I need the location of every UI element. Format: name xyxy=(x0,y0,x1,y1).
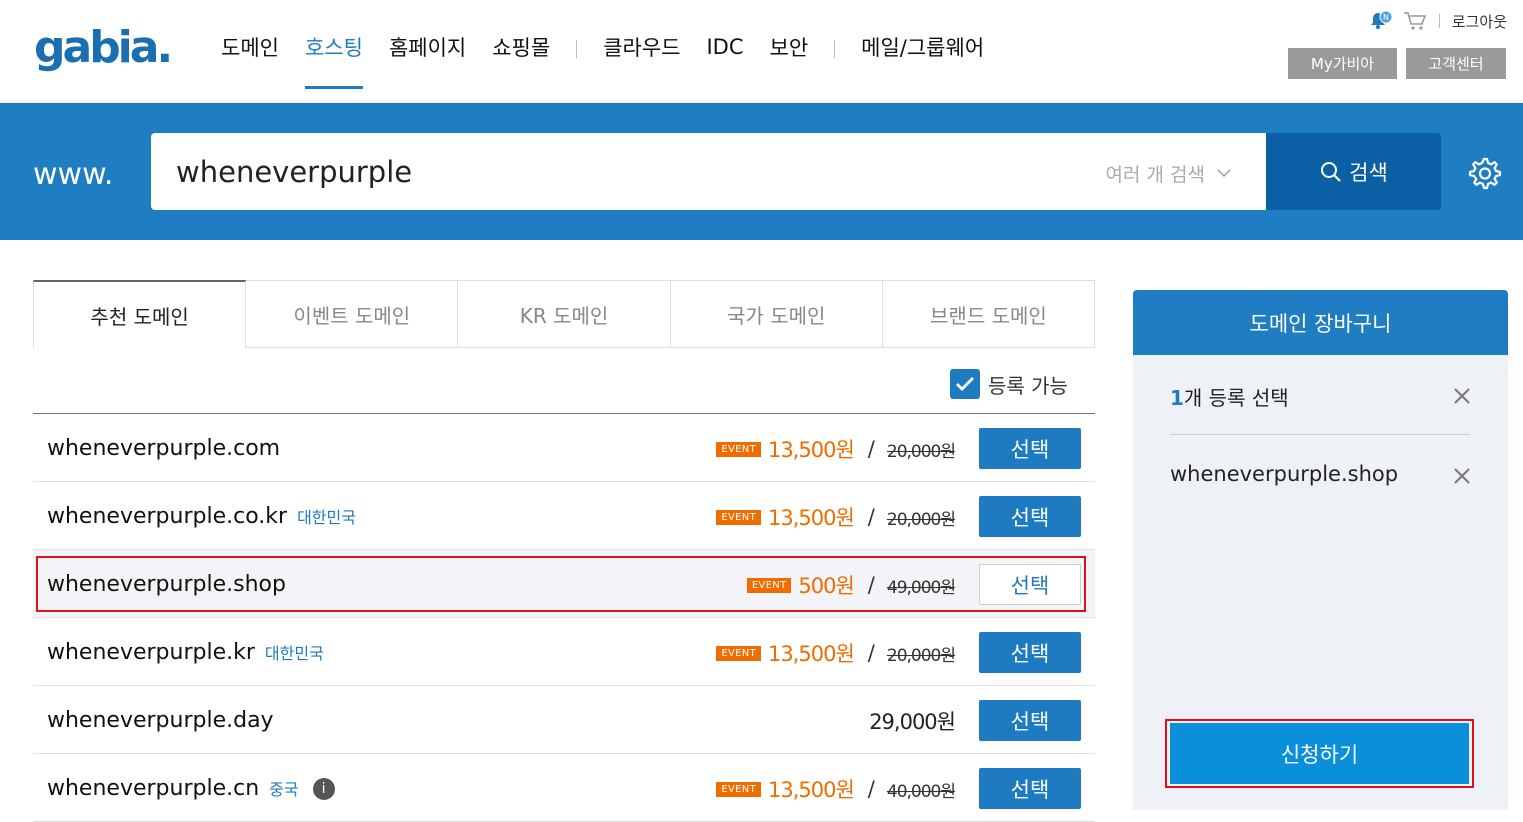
select-button[interactable]: 선택 xyxy=(979,768,1081,809)
available-checkbox[interactable] xyxy=(950,369,980,399)
select-button[interactable]: 선택 xyxy=(979,428,1081,469)
nav-domain[interactable]: 도메인 xyxy=(221,32,279,62)
remove-item-close-icon[interactable] xyxy=(1453,467,1471,485)
original-price: 40,000원 xyxy=(886,781,956,802)
price: EVENT 13,500원 / 20,000원 xyxy=(716,502,956,532)
tab-country[interactable]: 국가 도메인 xyxy=(670,281,883,348)
domain-tabs: 추천 도메인 이벤트 도메인 KR 도메인 국가 도메인 브랜드 도메인 xyxy=(33,280,1096,348)
table-row: wheneverpurple.cn 중국 i EVENT 13,500원 / 40,… xyxy=(33,754,1095,822)
cart-title: 도메인 장바구니 xyxy=(1133,290,1508,355)
table-row: wheneverpurple.kr 대한민국 EVENT 13,500원 / 20… xyxy=(33,618,1095,686)
multi-search-label: 여러 개 검색 xyxy=(1105,164,1205,186)
domain-search-input[interactable] xyxy=(176,133,1056,210)
table-row: wheneverpurple.co.kr 대한민국 EVENT 13,500원 /… xyxy=(33,482,1095,550)
domain-name: wheneverpurple.kr 대한민국 xyxy=(47,640,324,665)
regular-price: 29,000원 xyxy=(869,710,956,734)
original-price: 20,000원 xyxy=(886,509,956,530)
event-badge: EVENT xyxy=(746,577,792,593)
sale-price: 13,500원 xyxy=(767,506,855,530)
domain-name: wheneverpurple.day xyxy=(47,708,274,733)
domain-name: wheneverpurple.co.kr 대한민국 xyxy=(47,504,356,529)
original-price: 49,000원 xyxy=(886,577,956,598)
nav-idc[interactable]: IDC xyxy=(706,35,743,59)
country-label: 중국 xyxy=(269,780,299,799)
event-badge: EVENT xyxy=(716,441,761,457)
table-row: wheneverpurple.day 29,000원 선택 xyxy=(33,686,1095,754)
utility-bar: N 로그아웃 xyxy=(1369,10,1507,32)
nav-mail-groupware[interactable]: 메일/그룹웨어 xyxy=(861,32,984,62)
tab-kr[interactable]: KR 도메인 xyxy=(458,281,671,348)
cart-item: wheneverpurple.shop xyxy=(1170,462,1399,486)
nav-hosting[interactable]: 호스팅 xyxy=(304,32,363,89)
table-row-selected: wheneverpurple.shop EVENT 500원 / 49,000원… xyxy=(33,550,1095,618)
search-button[interactable]: 검색 xyxy=(1266,133,1441,210)
checkmark-icon xyxy=(956,377,974,391)
main-nav: 도메인 호스팅 홈페이지 쇼핑몰 클라우드 IDC 보안 메일/그룹웨어 xyxy=(221,30,1010,89)
util-divider xyxy=(1438,14,1440,28)
price: EVENT 13,500원 / 20,000원 xyxy=(716,638,956,668)
table-row: wheneverpurple.com EVENT 13,500원 / 20,00… xyxy=(33,414,1095,482)
nav-homepage[interactable]: 홈페이지 xyxy=(389,32,466,62)
select-button[interactable]: 선택 xyxy=(979,632,1081,673)
sale-price: 13,500원 xyxy=(767,778,855,802)
gabia-logo[interactable]: gabia. xyxy=(34,22,173,74)
price: 29,000원 xyxy=(869,706,956,736)
search-button-label: 검색 xyxy=(1349,160,1388,185)
tab-brand[interactable]: 브랜드 도메인 xyxy=(882,281,1096,348)
nav-shoppingmall[interactable]: 쇼핑몰 xyxy=(492,32,550,62)
event-badge: EVENT xyxy=(716,509,761,525)
domain-name: wheneverpurple.shop xyxy=(47,572,286,597)
tab-event[interactable]: 이벤트 도메인 xyxy=(246,281,459,348)
country-label: 대한민국 xyxy=(264,644,324,663)
search-box: 여러 개 검색 xyxy=(151,133,1267,210)
original-price: 20,000원 xyxy=(886,441,956,462)
cart-divider xyxy=(1170,434,1470,435)
price: EVENT 13,500원 / 20,000원 xyxy=(716,434,956,464)
sale-price: 13,500원 xyxy=(767,642,855,666)
domain-cart-panel: 도메인 장바구니 1개 등록 선택 wheneverpurple.shop 신청… xyxy=(1133,290,1508,810)
original-price: 20,000원 xyxy=(886,645,956,666)
www-prefix: www. xyxy=(33,157,114,192)
customer-center-button[interactable]: 고객센터 xyxy=(1406,48,1506,79)
gear-icon[interactable] xyxy=(1466,155,1502,191)
event-badge: EVENT xyxy=(716,781,761,797)
notification-bell-icon[interactable]: N xyxy=(1369,10,1393,32)
nav-divider xyxy=(576,40,578,58)
select-button-selected[interactable]: 선택 xyxy=(979,564,1081,605)
event-badge: EVENT xyxy=(716,645,761,661)
tab-recommended[interactable]: 추천 도메인 xyxy=(33,280,247,348)
price: EVENT 500원 / 49,000원 xyxy=(746,570,956,600)
sale-price: 13,500원 xyxy=(767,438,855,462)
select-button[interactable]: 선택 xyxy=(979,700,1081,741)
chevron-down-icon xyxy=(1217,169,1231,178)
available-filter[interactable]: 등록 가능 xyxy=(950,369,1068,399)
sale-price: 500원 xyxy=(798,574,854,598)
multi-search-dropdown[interactable]: 여러 개 검색 xyxy=(1106,160,1231,187)
notification-badge: N xyxy=(1383,13,1389,22)
info-icon[interactable]: i xyxy=(312,778,335,800)
nav-cloud[interactable]: 클라우드 xyxy=(603,32,680,62)
domain-results: wheneverpurple.com EVENT 13,500원 / 20,00… xyxy=(33,413,1095,822)
available-label: 등록 가능 xyxy=(988,373,1068,398)
apply-button[interactable]: 신청하기 xyxy=(1170,723,1469,784)
nav-divider xyxy=(834,40,836,58)
domain-search-band: www. 여러 개 검색 검색 xyxy=(0,103,1523,240)
my-gabia-button[interactable]: My가비아 xyxy=(1288,48,1397,79)
cart-icon[interactable] xyxy=(1403,11,1427,31)
price: EVENT 13,500원 / 40,000원 xyxy=(716,774,956,804)
country-label: 대한민국 xyxy=(297,508,356,527)
domain-name: wheneverpurple.com xyxy=(47,436,281,461)
nav-security[interactable]: 보안 xyxy=(770,32,809,62)
select-button[interactable]: 선택 xyxy=(979,496,1081,537)
cart-count: 1개 등록 선택 xyxy=(1170,386,1289,410)
domain-name: wheneverpurple.cn 중국 i xyxy=(47,776,335,801)
site-header: gabia. 도메인 호스팅 홈페이지 쇼핑몰 클라우드 IDC 보안 메일/그… xyxy=(0,0,1523,103)
search-icon xyxy=(1321,161,1341,182)
clear-all-close-icon[interactable] xyxy=(1453,387,1471,405)
logout-link[interactable]: 로그아웃 xyxy=(1452,11,1507,32)
